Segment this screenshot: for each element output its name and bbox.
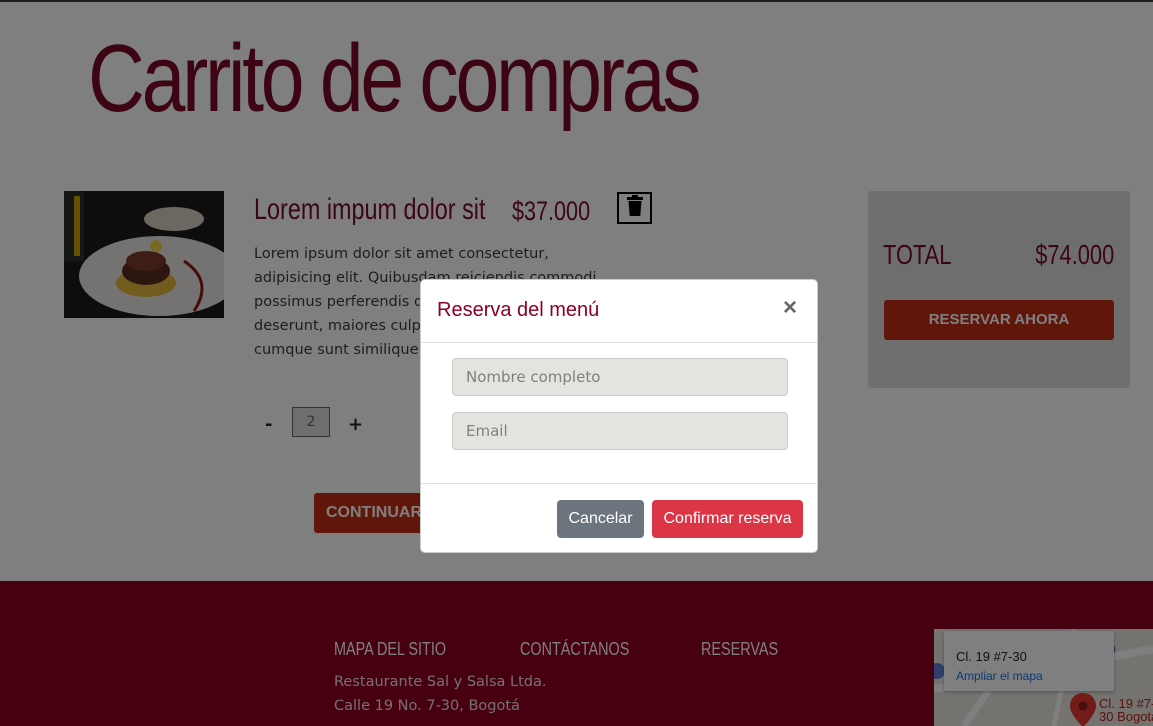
modal-title: Reserva del menú bbox=[437, 299, 600, 321]
modal-header: Reserva del menú × bbox=[421, 280, 817, 343]
full-name-input[interactable] bbox=[452, 358, 788, 396]
cancel-button[interactable]: Cancelar bbox=[557, 500, 644, 538]
reservation-modal: Reserva del menú × Cancelar Confirmar re… bbox=[420, 279, 818, 553]
modal-footer: Cancelar Confirmar reserva bbox=[421, 483, 817, 552]
email-input[interactable] bbox=[452, 412, 788, 450]
confirm-reservation-button[interactable]: Confirmar reserva bbox=[652, 500, 803, 538]
close-icon[interactable]: × bbox=[783, 296, 797, 320]
